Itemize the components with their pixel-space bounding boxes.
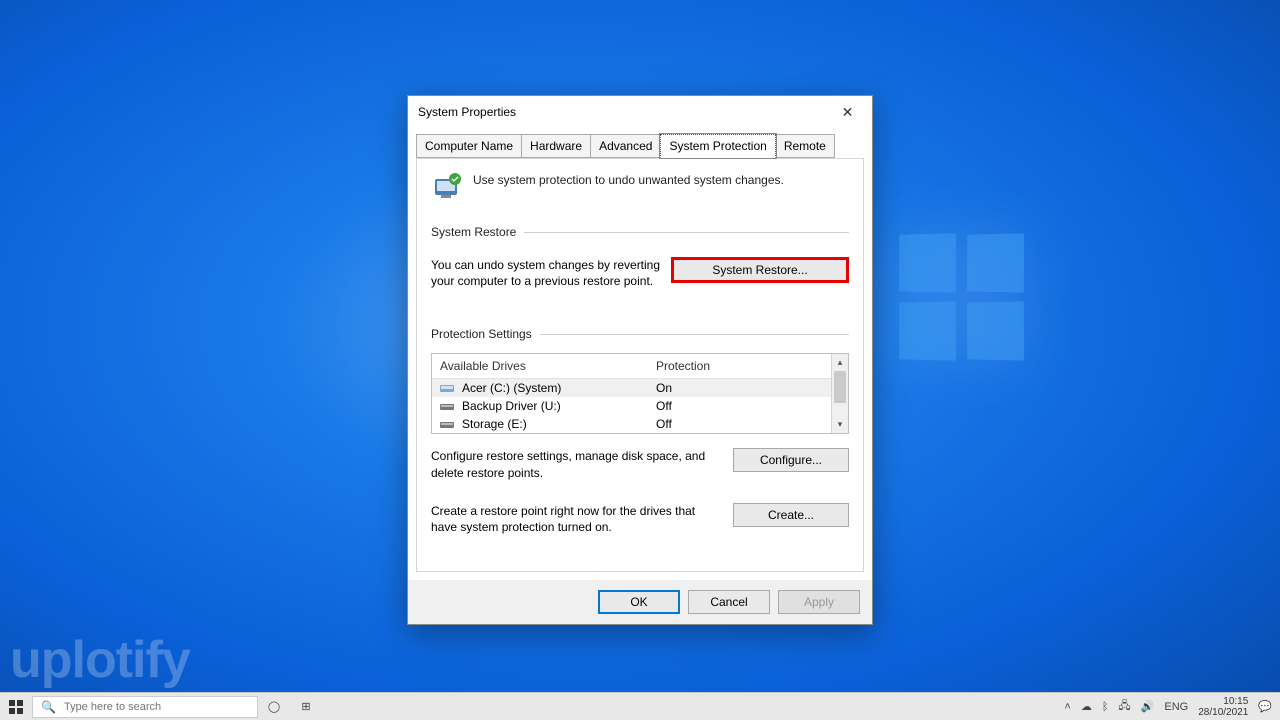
drives-table[interactable]: Available Drives Protection Acer (C:) (S…	[431, 353, 849, 434]
dialog-title: System Properties	[416, 105, 825, 119]
drive-icon	[440, 400, 456, 412]
table-header: Available Drives Protection	[432, 354, 848, 379]
volume-icon[interactable]: 🔊	[1141, 700, 1155, 713]
tab-advanced[interactable]: Advanced	[590, 134, 661, 158]
close-button[interactable]: ✕	[825, 97, 870, 127]
windows-icon	[9, 700, 23, 714]
configure-button[interactable]: Configure...	[733, 448, 849, 472]
cortana-button[interactable]: ◯	[258, 693, 290, 720]
group-system-restore: System Restore You can undo system chang…	[431, 225, 849, 289]
group-heading: Protection Settings	[431, 327, 532, 341]
create-button[interactable]: Create...	[733, 503, 849, 527]
task-view-icon: ⊞	[301, 700, 310, 713]
table-body: Acer (C:) (System) On Backup Driver (U:)…	[432, 379, 848, 433]
search-box[interactable]: 🔍	[32, 696, 258, 718]
table-row[interactable]: Backup Driver (U:) Off	[432, 397, 848, 415]
drive-name: Acer (C:) (System)	[462, 381, 656, 395]
column-drives[interactable]: Available Drives	[432, 354, 648, 378]
bluetooth-icon[interactable]: ᛒ	[1102, 701, 1109, 713]
windows-logo	[898, 234, 1028, 364]
scroll-down-icon[interactable]: ▾	[832, 416, 848, 433]
divider	[524, 232, 849, 233]
apply-button: Apply	[778, 590, 860, 614]
table-row[interactable]: Acer (C:) (System) On	[432, 379, 848, 397]
system-protection-icon	[431, 171, 463, 203]
intro-row: Use system protection to undo unwanted s…	[431, 171, 849, 203]
ok-button[interactable]: OK	[598, 590, 680, 614]
system-properties-dialog: System Properties ✕ Computer Name Hardwa…	[407, 95, 873, 625]
group-protection-settings: Protection Settings Available Drives Pro…	[431, 327, 849, 535]
notifications-icon[interactable]: 💬	[1258, 700, 1272, 713]
task-view-button[interactable]: ⊞	[290, 693, 322, 720]
close-icon: ✕	[842, 104, 854, 121]
column-protection[interactable]: Protection	[648, 354, 848, 378]
tab-remote[interactable]: Remote	[775, 134, 835, 158]
system-restore-button[interactable]: System Restore...	[671, 257, 849, 283]
start-button[interactable]	[0, 693, 32, 720]
tab-computer-name[interactable]: Computer Name	[416, 134, 522, 158]
taskbar[interactable]: 🔍 ◯ ⊞ ˄ ☁ ᛒ 🖧 🔊 ENG 10:15 28/10/2021 💬	[0, 692, 1280, 720]
dialog-button-row: OK Cancel Apply	[408, 580, 872, 624]
network-icon[interactable]: 🖧	[1118, 697, 1130, 716]
chevron-up-icon[interactable]: ˄	[1064, 701, 1070, 713]
intro-text: Use system protection to undo unwanted s…	[473, 171, 784, 187]
create-desc: Create a restore point right now for the…	[431, 503, 721, 535]
configure-desc: Configure restore settings, manage disk …	[431, 448, 721, 480]
onedrive-icon[interactable]: ☁	[1081, 700, 1092, 713]
search-input[interactable]	[64, 701, 249, 713]
table-row[interactable]: Storage (E:) Off	[432, 415, 848, 433]
system-tray[interactable]: ˄ ☁ ᛒ 🖧 🔊 ENG 10:15 28/10/2021 💬	[1064, 696, 1280, 718]
scrollbar[interactable]: ▴ ▾	[831, 354, 848, 433]
divider	[540, 334, 849, 335]
drive-protection: Off	[656, 417, 840, 431]
drive-name: Backup Driver (U:)	[462, 399, 656, 413]
search-icon: 🔍	[41, 700, 56, 714]
drive-name: Storage (E:)	[462, 417, 656, 431]
cancel-button[interactable]: Cancel	[688, 590, 770, 614]
scroll-up-icon[interactable]: ▴	[832, 354, 848, 371]
tab-strip: Computer Name Hardware Advanced System P…	[408, 128, 872, 158]
clock-time: 10:15	[1198, 696, 1248, 707]
tab-system-protection[interactable]: System Protection	[660, 134, 775, 158]
clock[interactable]: 10:15 28/10/2021	[1198, 696, 1248, 718]
group-heading: System Restore	[431, 225, 516, 239]
scroll-thumb[interactable]	[834, 371, 846, 403]
language-indicator[interactable]: ENG	[1164, 701, 1188, 713]
drive-protection: On	[656, 381, 840, 395]
circle-icon: ◯	[268, 700, 280, 713]
watermark-text: uplotify	[10, 630, 190, 690]
titlebar[interactable]: System Properties ✕	[408, 96, 872, 128]
drive-icon	[440, 418, 456, 430]
drive-protection: Off	[656, 399, 840, 413]
tab-hardware[interactable]: Hardware	[521, 134, 591, 158]
scroll-track[interactable]	[832, 403, 848, 416]
system-restore-desc: You can undo system changes by reverting…	[431, 257, 661, 289]
tab-panel: Use system protection to undo unwanted s…	[416, 158, 864, 572]
drive-icon	[440, 382, 456, 394]
clock-date: 28/10/2021	[1198, 707, 1248, 718]
